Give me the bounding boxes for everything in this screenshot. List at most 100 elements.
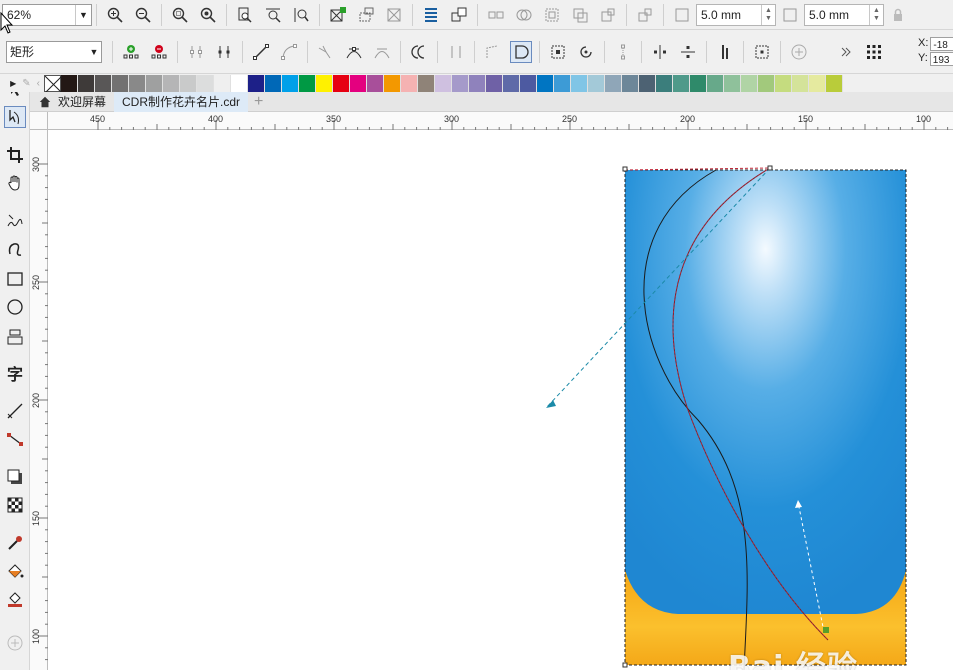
close-curve-button[interactable]: [482, 41, 504, 63]
color-swatch[interactable]: [367, 74, 384, 92]
nudge-height-field[interactable]: 5.0 mm ▲ ▼: [804, 3, 884, 26]
color-swatch[interactable]: [520, 74, 537, 92]
color-swatch[interactable]: [469, 74, 486, 92]
color-swatch[interactable]: [282, 74, 299, 92]
color-swatch[interactable]: [214, 74, 231, 92]
color-swatch[interactable]: [571, 74, 588, 92]
to-line-button[interactable]: [250, 41, 272, 63]
zoom-page-button[interactable]: [234, 4, 256, 26]
simplify-button[interactable]: [597, 4, 619, 26]
freehand-tool[interactable]: [4, 210, 26, 232]
delete-node-button[interactable]: [148, 41, 170, 63]
extend-curve-button[interactable]: [445, 41, 467, 63]
ruler-origin[interactable]: [30, 112, 48, 130]
drop-shadow-tool[interactable]: [4, 466, 26, 488]
color-swatch[interactable]: [163, 74, 180, 92]
color-swatch[interactable]: [418, 74, 435, 92]
reverse-direction-button[interactable]: [408, 41, 430, 63]
color-swatch[interactable]: [401, 74, 418, 92]
color-swatch[interactable]: [690, 74, 707, 92]
color-swatch[interactable]: [826, 74, 843, 92]
add-toolbar-button[interactable]: [788, 41, 810, 63]
nudge-width-value[interactable]: 5.0 mm: [697, 8, 761, 22]
color-swatch[interactable]: [231, 74, 248, 92]
to-curve-button[interactable]: [278, 41, 300, 63]
color-swatch[interactable]: [656, 74, 673, 92]
reference-point-button[interactable]: [863, 41, 885, 63]
shape-type-value[interactable]: 矩形: [7, 43, 87, 60]
combine-button[interactable]: [485, 4, 507, 26]
chevron-down-icon[interactable]: ▼: [87, 47, 101, 57]
color-swatch[interactable]: [486, 74, 503, 92]
color-swatch[interactable]: [180, 74, 197, 92]
lock-ratio-button[interactable]: [887, 4, 909, 26]
color-swatch[interactable]: [741, 74, 758, 92]
zoom-selected-button[interactable]: [169, 4, 191, 26]
drawing-canvas[interactable]: Bai 经验: [48, 130, 953, 670]
color-swatch[interactable]: [112, 74, 129, 92]
zoom-page-height-button[interactable]: [290, 4, 312, 26]
arrange-button[interactable]: [448, 4, 470, 26]
symmetrical-node-button[interactable]: [371, 41, 393, 63]
x-field[interactable]: -18: [930, 36, 953, 51]
color-swatch[interactable]: [809, 74, 826, 92]
color-swatch[interactable]: [333, 74, 350, 92]
overflow-chevron-button[interactable]: [835, 41, 857, 63]
front-minus-back-button[interactable]: [634, 4, 656, 26]
color-swatch[interactable]: [605, 74, 622, 92]
eyedropper-tool[interactable]: [4, 532, 26, 554]
ellipse-tool[interactable]: [4, 296, 26, 318]
smooth-node-button[interactable]: [343, 41, 365, 63]
color-swatch[interactable]: [707, 74, 724, 92]
color-swatch[interactable]: [452, 74, 469, 92]
align-distribute-button[interactable]: [420, 4, 442, 26]
nudge-height-value[interactable]: 5.0 mm: [805, 8, 869, 22]
connector-tool[interactable]: [4, 428, 26, 450]
pan-tool[interactable]: [4, 172, 26, 194]
color-swatch[interactable]: [758, 74, 775, 92]
reflect-vertical-button[interactable]: [677, 41, 699, 63]
chevron-left-icon[interactable]: ‹: [37, 78, 40, 89]
rotate-nodes-button[interactable]: [575, 41, 597, 63]
color-swatch[interactable]: [724, 74, 741, 92]
horizontal-ruler[interactable]: 450 400 350 300 250 200 150 100: [30, 112, 953, 130]
text-tool[interactable]: 字: [4, 362, 26, 384]
shape-type-select[interactable]: 矩形 ▼: [6, 40, 102, 63]
color-swatch[interactable]: [435, 74, 452, 92]
color-swatch[interactable]: [95, 74, 112, 92]
empty-frame-button[interactable]: [383, 4, 405, 26]
height-icon-button[interactable]: [779, 4, 801, 26]
add-node-button[interactable]: [120, 41, 142, 63]
polygon-tool[interactable]: [4, 326, 26, 348]
color-swatch[interactable]: [146, 74, 163, 92]
color-swatch[interactable]: [78, 74, 95, 92]
eyedropper-small-icon[interactable]: ✎: [22, 78, 30, 89]
tab-document[interactable]: CDR制作花卉名片.cdr: [114, 91, 249, 112]
zoom-out-button[interactable]: [132, 4, 154, 26]
zoom-in-button[interactable]: [104, 4, 126, 26]
zoom-level-combobox[interactable]: 62% ▼: [2, 3, 92, 26]
transparency-tool[interactable]: [4, 494, 26, 516]
smart-fill-tool[interactable]: [4, 588, 26, 610]
color-swatch[interactable]: [61, 74, 78, 92]
shape-tool[interactable]: [4, 106, 26, 128]
reflect-horizontal-button[interactable]: [649, 41, 671, 63]
new-tab-button[interactable]: +: [248, 92, 269, 112]
elastic-mode-button[interactable]: [714, 41, 736, 63]
join-nodes-button[interactable]: [185, 41, 207, 63]
intersect-button[interactable]: [569, 4, 591, 26]
rectangle-tool[interactable]: [4, 268, 26, 290]
trim-button[interactable]: [541, 4, 563, 26]
spin-arrows[interactable]: ▲ ▼: [761, 4, 775, 25]
weld-button[interactable]: [513, 4, 535, 26]
color-swatch[interactable]: [588, 74, 605, 92]
no-color-swatch[interactable]: [44, 74, 62, 93]
triangle-right-icon[interactable]: ▶: [10, 79, 16, 88]
interactive-fill-tool[interactable]: [4, 560, 26, 582]
zoom-all-objects-button[interactable]: [197, 4, 219, 26]
color-swatch[interactable]: [265, 74, 282, 92]
y-field[interactable]: 193: [929, 51, 953, 66]
color-swatch[interactable]: [197, 74, 214, 92]
color-swatch[interactable]: [350, 74, 367, 92]
color-swatch[interactable]: [316, 74, 333, 92]
